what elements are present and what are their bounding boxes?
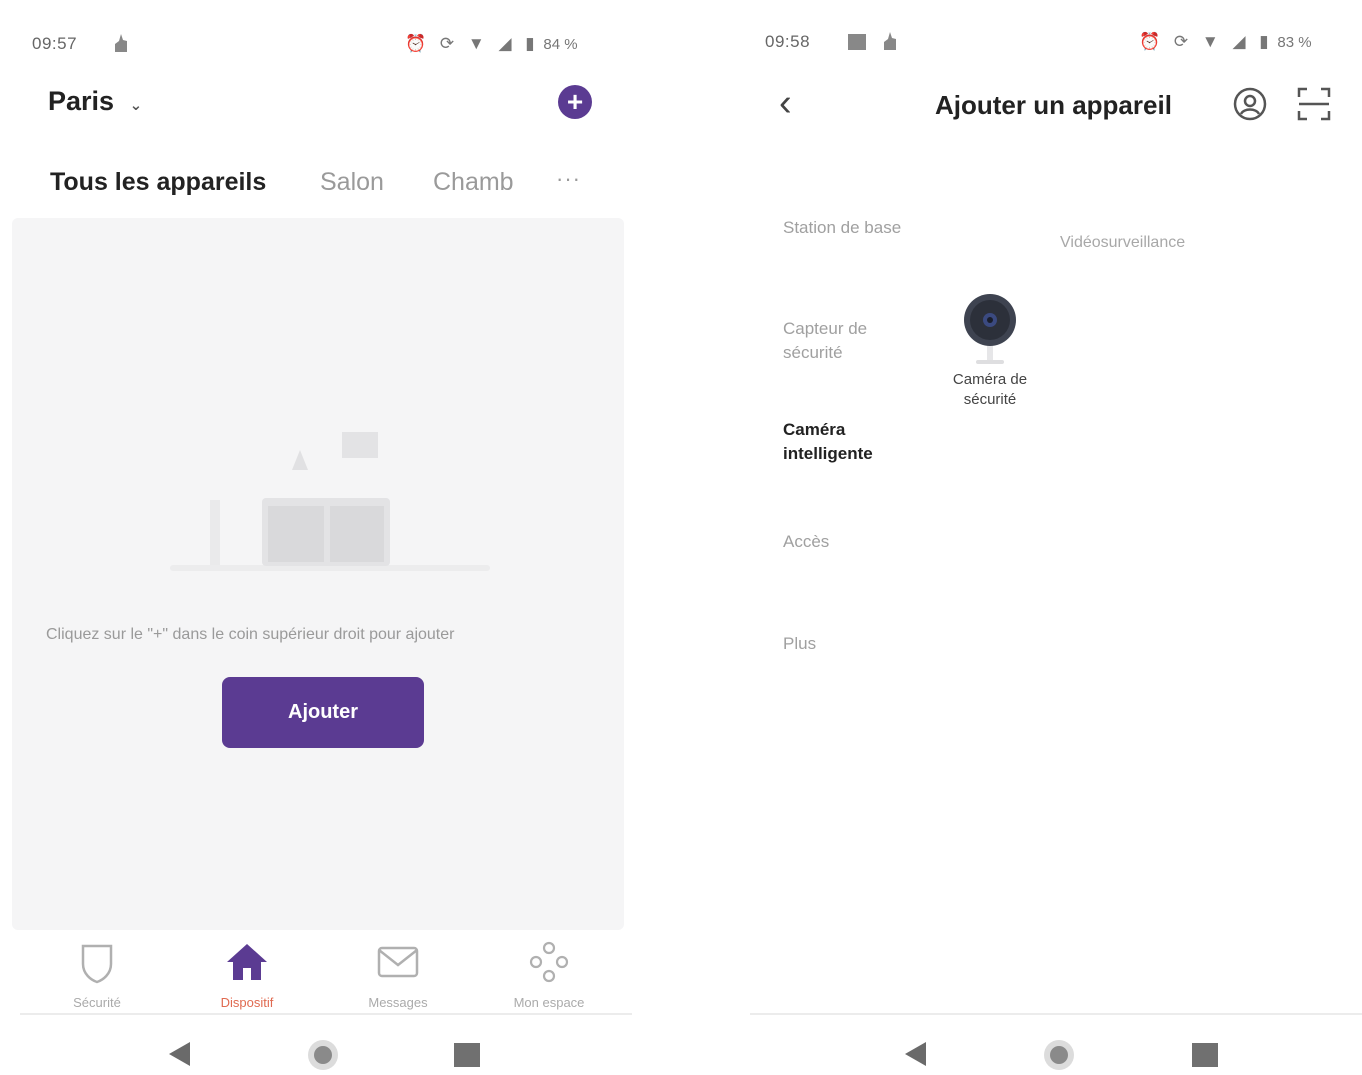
profile-icon [529, 941, 569, 983]
device-tile-security-camera[interactable]: Caméra de sécurité [930, 290, 1050, 410]
scan-qr-icon[interactable] [1296, 86, 1332, 127]
back-arrow-icon[interactable]: ‹ [779, 84, 792, 122]
category-access[interactable]: Accès [783, 530, 903, 554]
nav-divider [20, 1013, 632, 1015]
nav-label-my-space: Mon espace [513, 995, 585, 1010]
nav-messages[interactable]: Messages [343, 940, 453, 1010]
sync-icon: ⟳ [439, 34, 455, 53]
system-back-icon[interactable] [902, 1040, 928, 1073]
nav-security[interactable]: Sécurité [42, 940, 152, 1010]
left-screen: 09:57 ⏰ ⟳ ▼ ◢ ▮ 84 % Paris ⌄ + Tous les … [0, 0, 640, 1075]
section-title: Vidéosurveillance [1060, 234, 1186, 251]
alarm-icon: ⏰ [1139, 32, 1161, 51]
nav-divider [750, 1013, 1362, 1015]
battery-icon: ▮ [1259, 32, 1269, 51]
page-title: Ajouter un appareil [935, 90, 1172, 120]
system-home-icon[interactable] [1042, 1038, 1076, 1075]
status-time: 09:57 [32, 34, 78, 53]
system-home-icon[interactable] [306, 1038, 340, 1075]
location-selector[interactable]: Paris ⌄ [48, 86, 142, 117]
wifi-icon: ▼ [1201, 32, 1219, 51]
notification-icon [112, 32, 130, 59]
system-back-icon[interactable] [166, 1040, 192, 1073]
right-screen: 09:58 ⏰ ⟳ ▼ ◢ ▮ 83 % ‹ Ajouter un appare… [735, 0, 1362, 1075]
wifi-icon: ▼ [467, 34, 485, 53]
empty-state-illustration [170, 420, 490, 585]
tab-all-devices[interactable]: Tous les appareils [50, 168, 266, 197]
empty-state-message: Cliquez sur le "+" dans le coin supérieu… [46, 626, 455, 643]
category-smart-camera[interactable]: Caméra intelligente [783, 418, 903, 466]
gallery-notification-icon [847, 33, 867, 56]
notification-icon [881, 30, 899, 57]
battery-percent: 84 % [543, 36, 578, 53]
home-icon [227, 944, 267, 980]
nav-my-space[interactable]: Mon espace [494, 940, 604, 1010]
category-security-sensor[interactable]: Capteur de sécurité [783, 317, 903, 365]
battery-percent: 83 % [1277, 34, 1312, 51]
tab-salon[interactable]: Salon [320, 168, 384, 197]
tab-chambre[interactable]: Chamb [433, 168, 529, 197]
alarm-icon: ⏰ [405, 34, 427, 53]
add-button[interactable]: Ajouter [222, 677, 424, 748]
envelope-icon [377, 946, 419, 978]
camera-icon [960, 290, 1020, 370]
category-more[interactable]: Plus [783, 632, 903, 656]
signal-icon: ◢ [1232, 32, 1246, 51]
status-time: 09:58 [765, 32, 811, 51]
nav-label-messages: Messages [368, 995, 428, 1010]
tabs-more-icon[interactable]: ··· [556, 166, 581, 192]
signal-icon: ◢ [498, 34, 512, 53]
sync-icon: ⟳ [1173, 32, 1189, 51]
location-label: Paris [48, 86, 115, 116]
support-icon[interactable] [1232, 86, 1268, 127]
nav-devices[interactable]: Dispositif [192, 940, 302, 1010]
add-device-icon[interactable]: + [558, 85, 592, 119]
device-label: Caméra de sécurité [952, 371, 1028, 408]
nav-label-devices: Dispositif [220, 995, 274, 1010]
chevron-down-icon: ⌄ [129, 97, 143, 114]
battery-icon: ▮ [525, 34, 535, 53]
nav-label-security: Sécurité [73, 995, 121, 1010]
status-icons: ⏰ ⟳ ▼ ◢ ▮ 84 % [396, 34, 578, 54]
status-icons: ⏰ ⟳ ▼ ◢ ▮ 83 % [1130, 32, 1312, 52]
category-base-station[interactable]: Station de base [783, 216, 903, 240]
system-recents-icon[interactable] [1191, 1042, 1219, 1073]
shield-icon [81, 944, 113, 984]
system-recents-icon[interactable] [453, 1042, 481, 1073]
